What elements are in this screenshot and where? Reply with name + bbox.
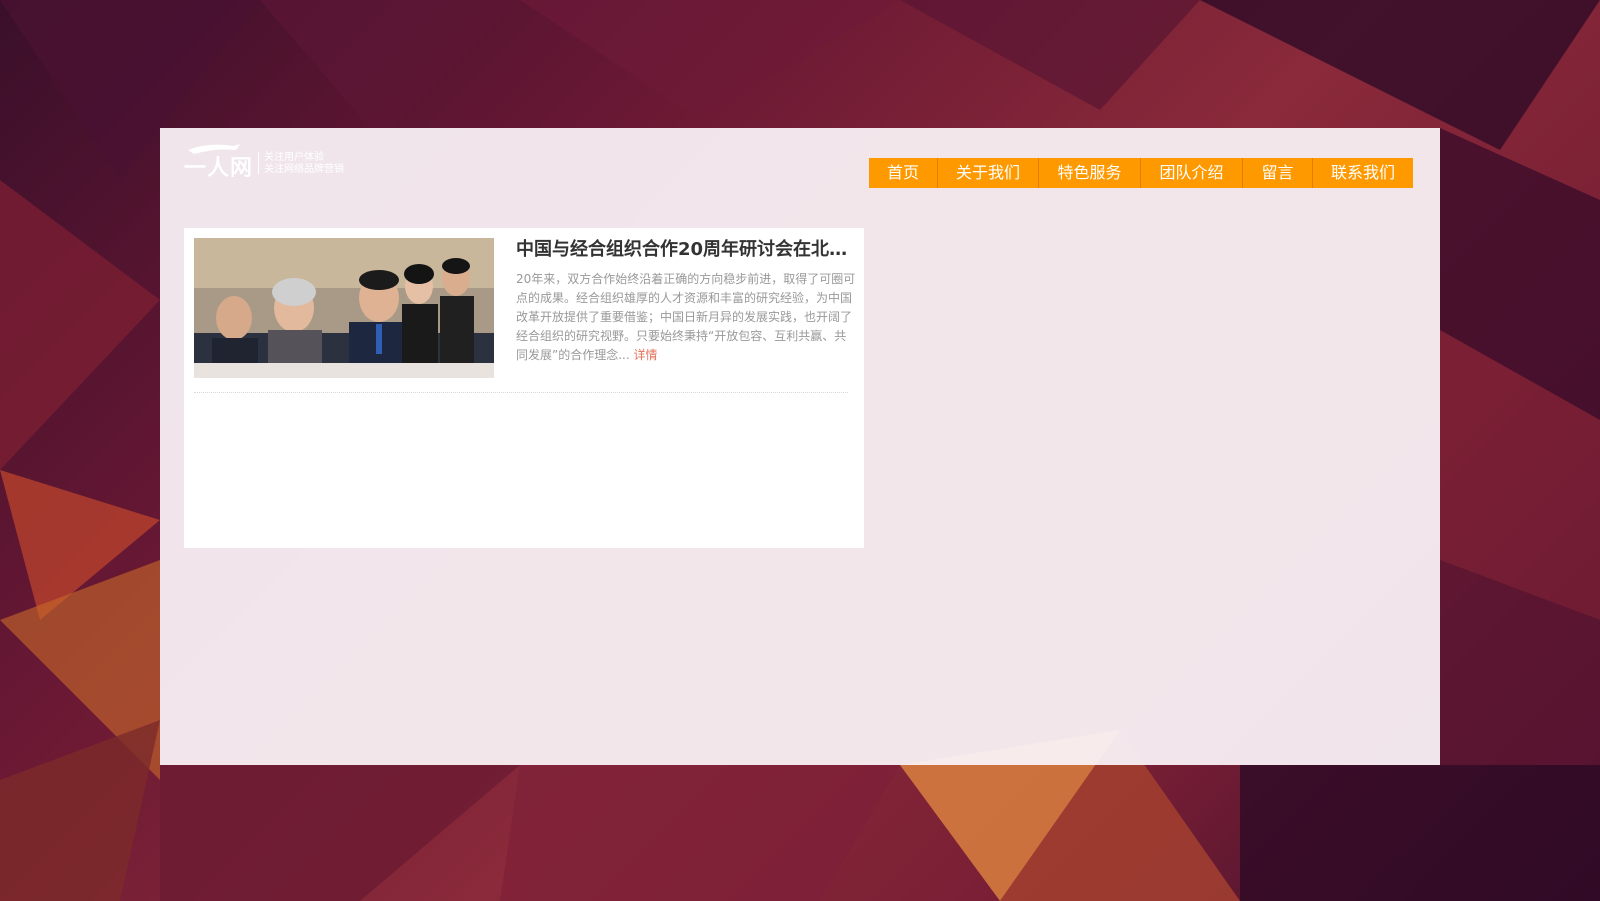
logo-text: 一人网 <box>184 156 254 181</box>
article-thumbnail[interactable] <box>194 238 494 378</box>
nav-item-message[interactable]: 留言 <box>1243 158 1313 188</box>
nav-item-about[interactable]: 关于我们 <box>938 158 1039 188</box>
logo-tagline-2: 关注网络品牌营销 <box>264 164 344 175</box>
logo-tagline-1: 关注用户体验 <box>264 152 324 163</box>
article-divider <box>194 392 848 393</box>
nav-item-home[interactable]: 首页 <box>869 158 938 188</box>
article-summary-text: 20年来，双方合作始终沿着正确的方向稳步前进，取得了可圈可点的成果。经合组织雄厚… <box>516 272 856 362</box>
nav-item-contact[interactable]: 联系我们 <box>1313 158 1413 188</box>
article-title[interactable]: 中国与经合组织合作20周年研讨会在北京举行 <box>516 236 854 264</box>
article-summary: 20年来，双方合作始终沿着正确的方向稳步前进，取得了可圈可点的成果。经合组织雄厚… <box>516 270 856 365</box>
article-photo-image <box>194 238 494 378</box>
site-logo[interactable]: 一人网 关注用户体验 关注网络品牌营销 <box>182 140 352 181</box>
article-summary-ellipsis: ... <box>618 348 630 362</box>
logo-divider <box>258 152 259 174</box>
article-list: 中国与经合组织合作20周年研讨会在北京举行 20年来，双方合作始终沿着正确的方向… <box>184 228 864 548</box>
nav-item-services[interactable]: 特色服务 <box>1039 158 1141 188</box>
nav-item-team[interactable]: 团队介绍 <box>1141 158 1243 188</box>
main-nav: 首页 关于我们 特色服务 团队介绍 留言 联系我们 <box>869 158 1413 188</box>
article-more-link[interactable]: 详情 <box>634 348 658 362</box>
content-panel: 一人网 关注用户体验 关注网络品牌营销 首页 关于我们 特色服务 团队介绍 留言… <box>160 128 1440 765</box>
